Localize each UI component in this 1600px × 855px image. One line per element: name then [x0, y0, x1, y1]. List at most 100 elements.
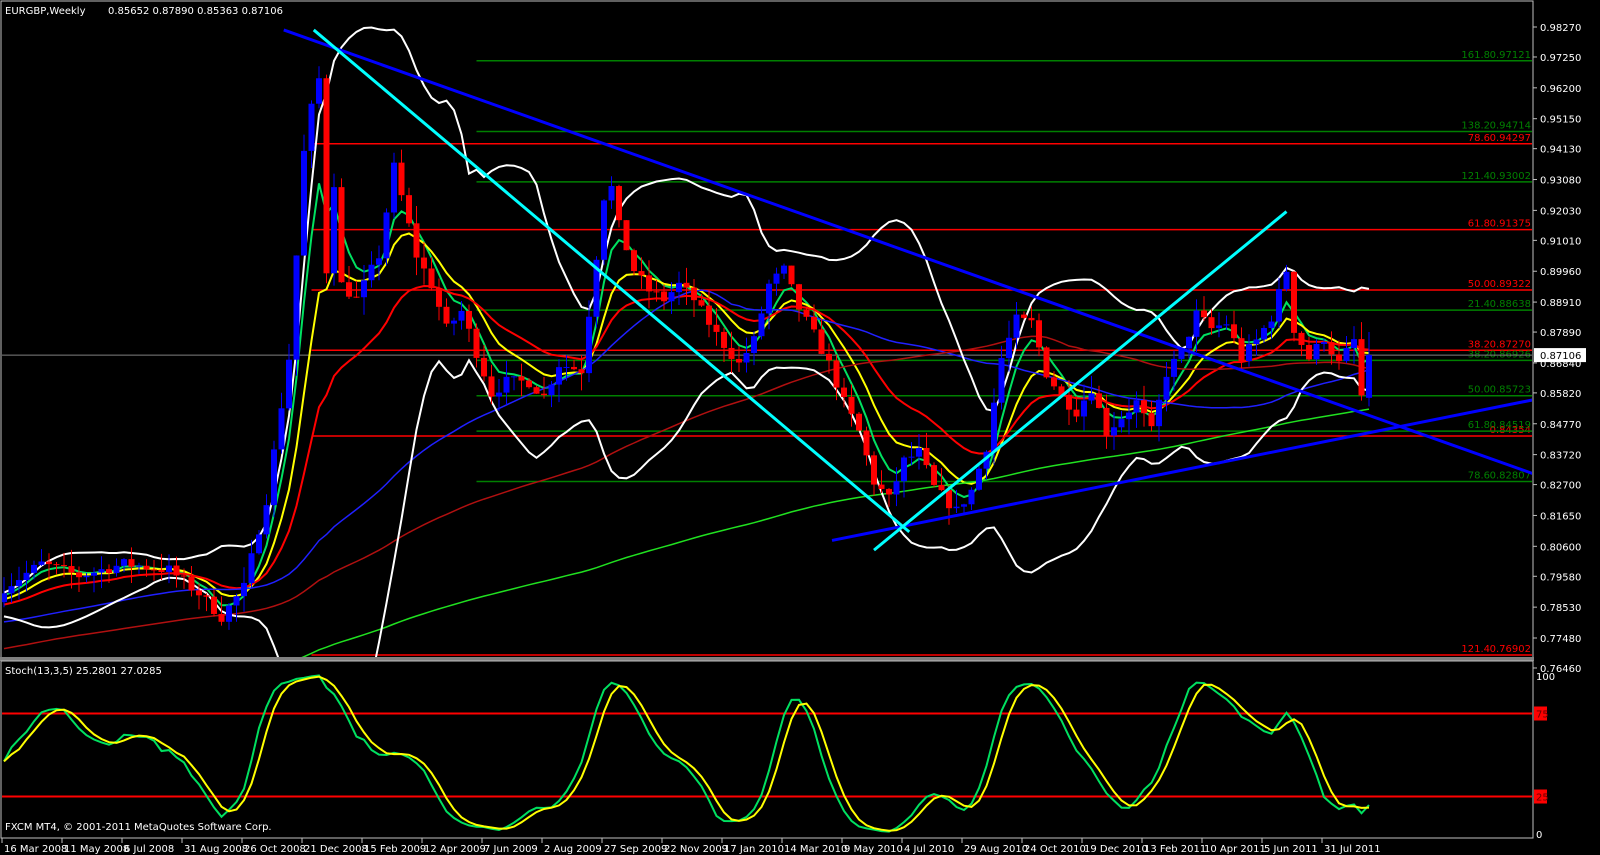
candle-bear	[1358, 339, 1365, 396]
stoch-main-line	[3, 674, 1370, 833]
candle-bull	[773, 273, 780, 284]
candle-bear	[698, 300, 705, 306]
candle-bull	[1186, 336, 1192, 349]
ma_200-line	[301, 408, 1370, 657]
candle-bear	[826, 353, 832, 361]
candle-bull	[391, 162, 397, 213]
fib-level-label: 138.2	[1461, 121, 1490, 132]
candle-bull	[1268, 321, 1275, 328]
candle-bull	[1246, 344, 1252, 362]
candle-bull	[121, 559, 127, 566]
candle-bear	[1021, 314, 1027, 318]
current-price-label: 0.87106	[1540, 351, 1581, 362]
fib-level-value: 0.94714	[1490, 121, 1531, 132]
candle-bull	[113, 565, 120, 574]
candle-bear	[518, 376, 525, 381]
candle-bear	[46, 561, 52, 565]
candle-bear	[398, 162, 405, 196]
date-tick-label: 4 Jul 2010	[904, 844, 954, 855]
candle-bull	[676, 282, 682, 293]
date-tick-label: 2 Aug 2009	[544, 844, 602, 855]
fib-level-value: 0.88638	[1490, 299, 1531, 310]
date-tick-label: 9 May 2010	[844, 844, 903, 855]
candle-bull	[31, 564, 37, 573]
candle-bear	[143, 565, 150, 570]
fib-level-label: 61.8	[1468, 420, 1490, 431]
cyan-trendline	[312, 28, 911, 534]
candle-bull	[968, 489, 975, 505]
candle-bear	[346, 282, 352, 297]
candle-bear	[173, 565, 180, 576]
date-tick-label: 31 Jul 2011	[1324, 844, 1381, 855]
candle-bull	[908, 456, 915, 458]
price-tick-label: 0.82700	[1540, 481, 1581, 492]
candle-bear	[646, 275, 652, 292]
stoch-tick-label: 75	[1536, 710, 1549, 721]
candle-bear	[413, 223, 420, 258]
candle-bear	[1306, 344, 1312, 360]
candle-bear	[1028, 317, 1035, 321]
date-tick-label: 29 Aug 2010	[964, 844, 1028, 855]
candle-bear	[106, 569, 112, 574]
candle-bull	[751, 336, 757, 354]
candle-bear	[61, 565, 67, 567]
candle-bear	[218, 613, 225, 622]
candle-bull	[1223, 324, 1230, 326]
candle-bear	[848, 396, 855, 414]
candle-bear	[181, 575, 187, 577]
price-tick-label: 0.85820	[1540, 389, 1581, 400]
candle-bear	[473, 328, 480, 358]
candle-bear	[1066, 394, 1072, 410]
axes: 0.98270 0.97250 0.96200 0.95150 0.94130 0.930…	[0, 0, 1586, 855]
candle-bear	[1051, 377, 1057, 387]
candle-bear	[931, 465, 937, 485]
candle-bull	[2, 593, 7, 603]
candle-bull	[98, 569, 105, 573]
date-tick-label: 5 Jun 2011	[1264, 844, 1318, 855]
date-tick-label: 22 Nov 2009	[664, 844, 728, 855]
candle-bear	[211, 596, 217, 614]
candle-bear	[788, 265, 795, 285]
candle-bear	[841, 387, 847, 397]
fib-level-label: 161.8	[1461, 50, 1490, 61]
candle-bull	[361, 280, 367, 298]
candle-bull	[548, 384, 555, 396]
candle-bear	[803, 309, 810, 317]
candle-bear	[923, 447, 930, 466]
price-tick-label: 0.78530	[1540, 603, 1581, 614]
candle-bear	[1148, 413, 1155, 427]
fib-level-value: 0.94297	[1490, 133, 1531, 144]
candle-bull	[383, 212, 390, 259]
candle-bull	[331, 187, 337, 274]
price-tick-label: 0.95150	[1540, 115, 1581, 126]
candle-bull	[563, 366, 570, 368]
candle-bull	[271, 449, 277, 506]
copyright-text: FXCM MT4, © 2001-2011 MetaQuotes Softwar…	[5, 822, 272, 833]
candle-bear	[128, 559, 135, 567]
candle-bull	[608, 186, 615, 201]
price-tick-label: 0.88910	[1540, 298, 1581, 309]
stochastic-panel	[2, 674, 1532, 833]
candle-bear	[1043, 347, 1050, 378]
candle-bull	[136, 565, 142, 567]
candle-bull	[263, 505, 270, 535]
candle-bull	[1343, 348, 1350, 362]
candle-bull	[976, 468, 982, 490]
candle-bear	[796, 284, 802, 310]
fib-level-label: 121.4	[1461, 644, 1490, 655]
stoch-label: Stoch(13,3,5) 25.2801 27.0285	[5, 666, 162, 677]
candle-bull	[503, 376, 510, 393]
candle-bull	[1118, 419, 1125, 428]
candle-bear	[653, 291, 660, 293]
ma_55-line	[3, 289, 1370, 623]
candle-bear	[706, 305, 712, 325]
stoch-tick-label: 0	[1536, 830, 1542, 841]
candle-bull	[248, 553, 255, 583]
candle-bear	[683, 282, 690, 288]
fib-level-label: 21.4	[1468, 299, 1490, 310]
candle-bull	[586, 316, 592, 374]
candle-bear	[203, 595, 210, 597]
candle-bear	[323, 78, 330, 274]
candle-bear	[53, 564, 60, 566]
candle-bear	[1336, 354, 1342, 362]
